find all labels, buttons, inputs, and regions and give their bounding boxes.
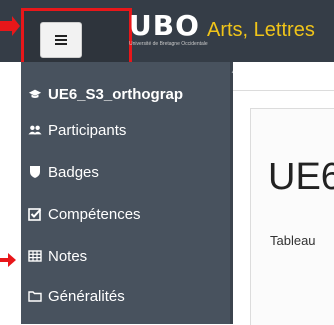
users-icon (28, 123, 42, 137)
drawer-toggle-button[interactable] (40, 22, 82, 58)
checkbox-icon (28, 207, 42, 221)
site-logo[interactable]: UBO Université de Bretagne Occidentale (129, 9, 208, 48)
site-name[interactable]: Arts, Lettres (207, 19, 315, 42)
sidebar-item-label: Compétences (48, 205, 141, 223)
logo-text: UBO (129, 9, 200, 42)
table-icon (28, 249, 42, 263)
annotation-arrow-bottom-icon (0, 253, 16, 267)
graduation-cap-icon (28, 87, 42, 101)
course-header-panel (250, 108, 334, 325)
main-divider (233, 90, 334, 91)
breadcrumb-tableau[interactable]: Tableau (270, 233, 316, 248)
sidebar-item-notes[interactable]: Notes (28, 244, 87, 268)
sidebar-item-participants[interactable]: Participants (28, 118, 126, 142)
sidebar-item-label: Badges (48, 163, 99, 181)
sidebar-item-label: Participants (48, 121, 127, 139)
sidebar-item-label: Généralités (48, 287, 125, 305)
page-title: UE6 (268, 156, 334, 198)
folder-icon (28, 289, 42, 303)
sidebar-item-label: Notes (48, 247, 88, 265)
logo-subtitle: Université de Bretagne Occidentale (129, 41, 208, 47)
shield-icon (28, 165, 42, 179)
sidebar-item-generalites[interactable]: Généralités (28, 284, 125, 308)
annotation-arrow-top-icon (0, 16, 20, 36)
sidebar-item-badges[interactable]: Badges (28, 160, 99, 184)
sidebar-item-course[interactable]: UE6_S3_orthograp (28, 82, 183, 106)
sidebar-item-competences[interactable]: Compétences (28, 202, 141, 226)
drawer-toggle-highlight (21, 8, 132, 70)
hamburger-icon (55, 35, 67, 45)
sidebar-item-label: UE6_S3_orthograp (48, 85, 184, 103)
